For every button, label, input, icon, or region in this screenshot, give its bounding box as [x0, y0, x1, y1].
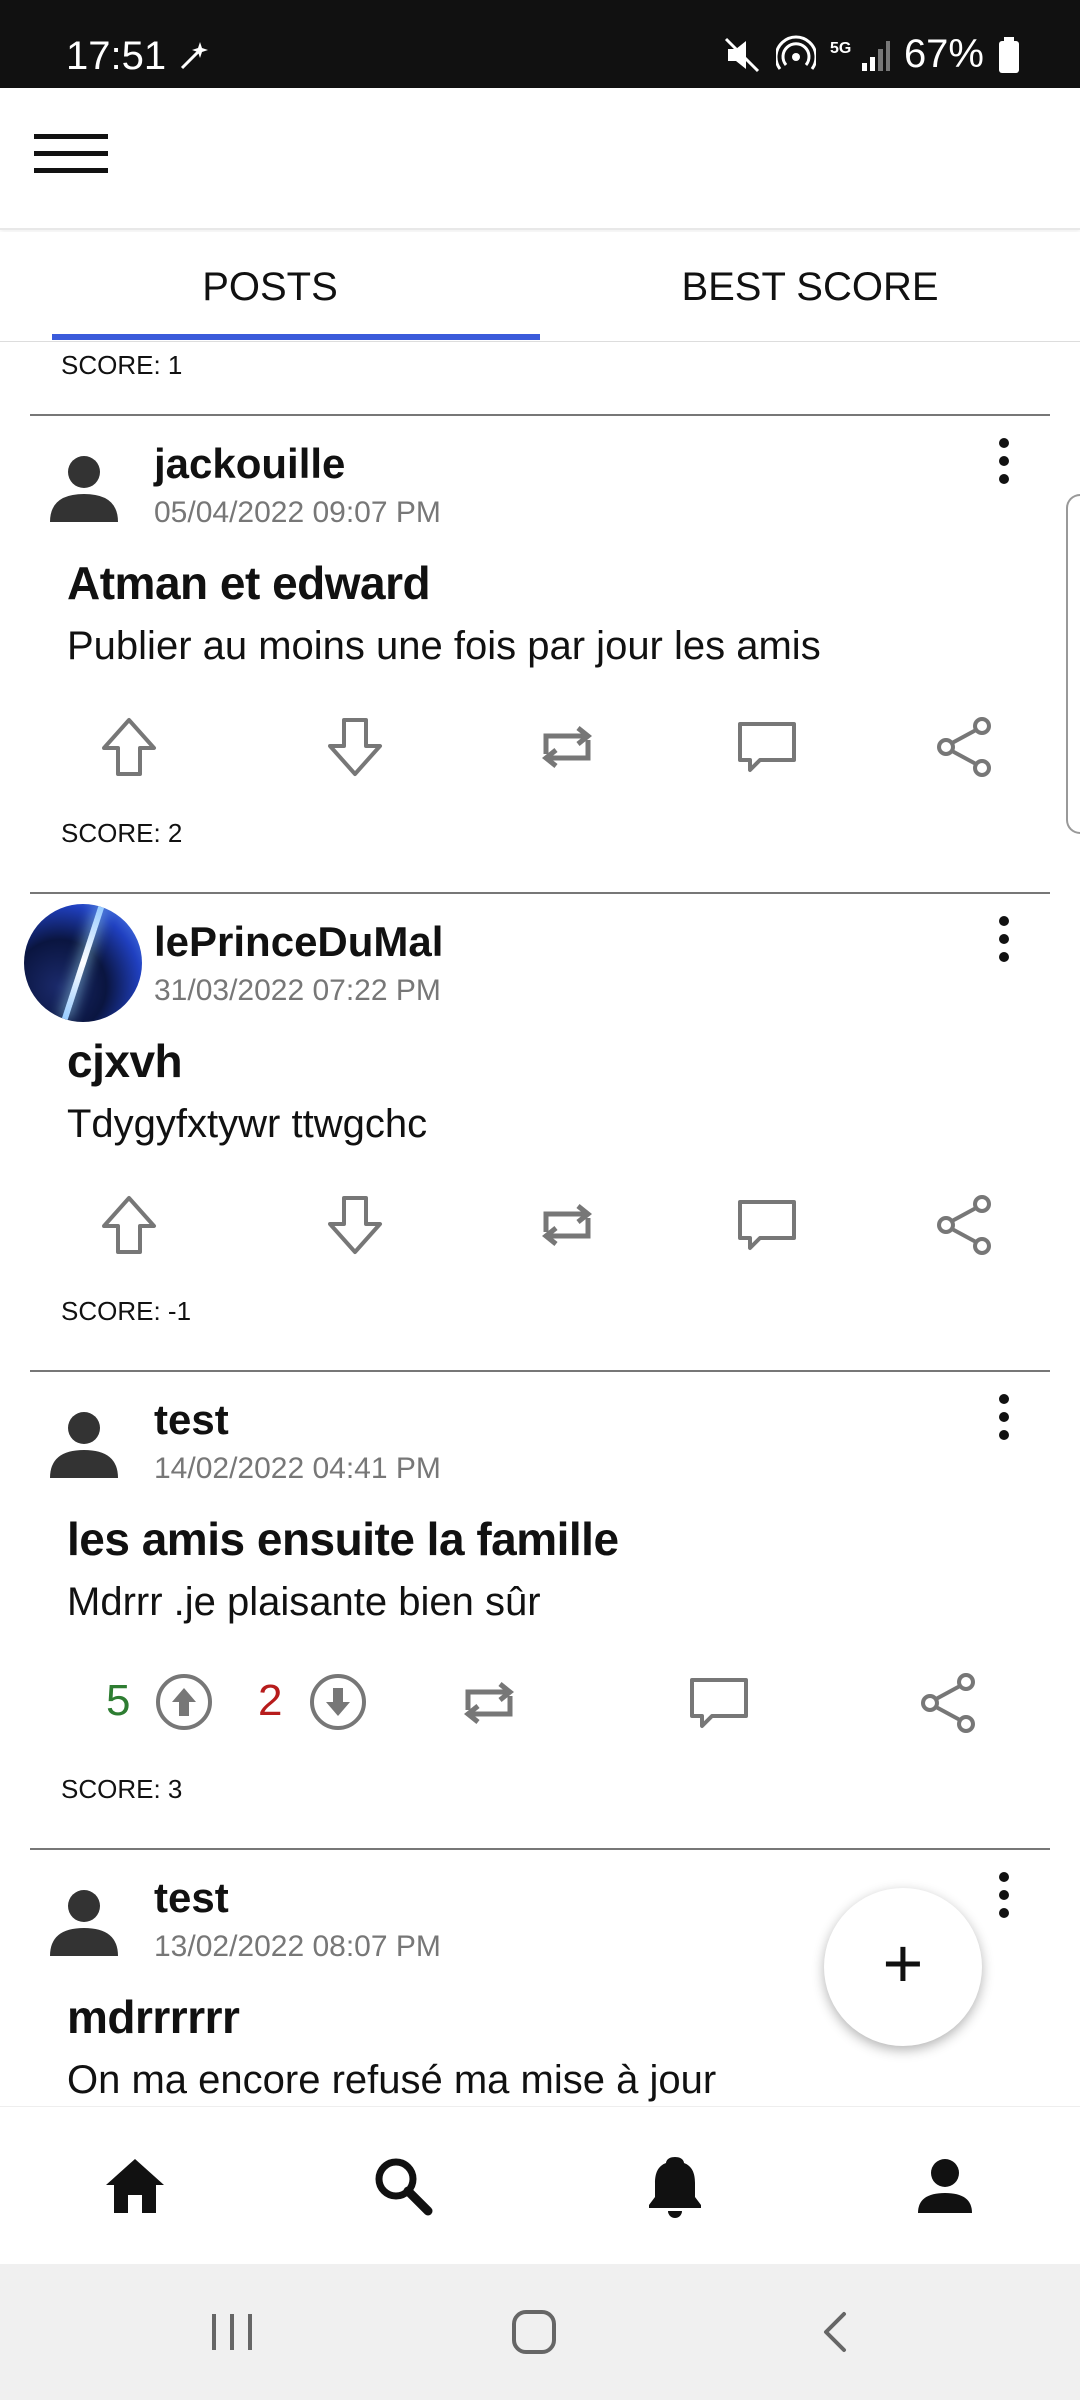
comment-icon[interactable]	[684, 1668, 754, 1738]
repost-icon[interactable]	[532, 712, 602, 782]
battery-percent: 67%	[903, 32, 984, 76]
post-username[interactable]: jackouille	[154, 440, 345, 488]
status-icons: 5G 67%	[722, 32, 1020, 77]
post-score: SCORE: 3	[61, 1774, 183, 1804]
more-options-icon[interactable]	[996, 438, 1012, 488]
post-card: lePrinceDuMal 31/03/2022 07:22 PM cjxvh …	[0, 894, 1080, 1370]
bell-icon[interactable]	[640, 2151, 710, 2221]
post-card: test 14/02/2022 04:41 PM les amis ensuit…	[0, 1372, 1080, 1848]
comment-icon[interactable]	[732, 712, 802, 782]
post-date: 31/03/2022 07:22 PM	[154, 974, 441, 1007]
search-icon[interactable]	[368, 2151, 438, 2221]
post-card: jackouille 05/04/2022 09:07 PM Atman et …	[0, 416, 1080, 892]
more-options-icon[interactable]	[996, 1394, 1012, 1444]
post-body: Publier au moins une fois par jour les a…	[67, 624, 821, 668]
magic-wand-icon	[176, 38, 210, 80]
hamburger-icon[interactable]	[34, 134, 108, 174]
arrow-down-icon[interactable]	[320, 1190, 390, 1260]
avatar-placeholder-icon[interactable]	[48, 1884, 120, 1956]
tab-bar: POSTS BEST SCORE	[0, 232, 1080, 342]
post-actions	[0, 712, 1080, 782]
share-icon[interactable]	[930, 1190, 1000, 1260]
post-body: Tdygyfxtywr ttwgchc	[67, 1102, 428, 1146]
post-title: mdrrrrrr	[67, 1991, 240, 2043]
avatar-placeholder-icon[interactable]	[48, 450, 120, 522]
battery-icon	[999, 36, 1019, 73]
arrow-up-icon[interactable]	[94, 1190, 164, 1260]
arrow-down-icon[interactable]	[320, 712, 390, 782]
tab-best-score[interactable]: BEST SCORE	[540, 232, 1080, 342]
more-options-icon[interactable]	[996, 1872, 1012, 1922]
post-username[interactable]: test	[154, 1396, 229, 1444]
bottom-navigation	[0, 2106, 1080, 2264]
recent-apps-icon[interactable]	[202, 2302, 262, 2362]
post-body: On ma encore refusé ma mise à jour	[67, 2058, 717, 2102]
post-date: 14/02/2022 04:41 PM	[154, 1452, 441, 1485]
post-date: 13/02/2022 08:07 PM	[154, 1930, 441, 1963]
post-score: SCORE: 2	[61, 818, 183, 848]
post-actions: 5 2	[0, 1668, 1080, 1738]
post-username[interactable]: test	[154, 1874, 229, 1922]
downvote-count: 2	[258, 1676, 283, 1725]
post-date: 05/04/2022 09:07 PM	[154, 496, 441, 529]
home-icon[interactable]	[100, 2151, 170, 2221]
status-time: 17:51	[66, 34, 167, 78]
repost-icon[interactable]	[532, 1190, 602, 1260]
posts-feed[interactable]: SCORE: 1 jackouille 05/04/2022 09:07 PM …	[0, 342, 1080, 2106]
system-navigation-bar	[0, 2264, 1080, 2400]
person-icon[interactable]	[910, 2151, 980, 2221]
tab-posts[interactable]: POSTS	[0, 232, 540, 342]
arrow-up-icon[interactable]	[94, 712, 164, 782]
add-post-button[interactable]: +	[824, 1888, 982, 2046]
upvote-count: 5	[106, 1676, 131, 1725]
post-username[interactable]: lePrinceDuMal	[154, 918, 443, 966]
home-button-icon[interactable]	[504, 2302, 564, 2362]
tab-indicator	[52, 334, 540, 340]
post-body: Mdrrr .je plaisante bien sûr	[67, 1580, 541, 1624]
mute-icon	[724, 37, 759, 72]
signal-5g-icon: 5G	[830, 40, 890, 71]
share-icon[interactable]	[914, 1668, 984, 1738]
more-options-icon[interactable]	[996, 916, 1012, 966]
post-title: cjxvh	[67, 1035, 183, 1087]
arrow-up-circle-icon[interactable]	[152, 1670, 216, 1734]
app-bar	[0, 88, 1080, 230]
svg-text:5G: 5G	[830, 40, 851, 57]
avatar-placeholder-icon[interactable]	[48, 1406, 120, 1478]
post-score: SCORE: -1	[61, 1296, 192, 1326]
comment-icon[interactable]	[732, 1190, 802, 1260]
post-title: les amis ensuite la famille	[67, 1513, 619, 1565]
share-icon[interactable]	[930, 712, 1000, 782]
hotspot-icon	[775, 35, 816, 70]
post-score: SCORE: 1	[61, 350, 183, 380]
back-icon[interactable]	[806, 2302, 866, 2362]
post-title: Atman et edward	[67, 557, 431, 609]
status-bar: 17:51 5G 67%	[0, 0, 1080, 88]
scroll-handle[interactable]	[1066, 494, 1080, 834]
post-actions	[0, 1190, 1080, 1260]
repost-icon[interactable]	[454, 1668, 524, 1738]
avatar[interactable]	[24, 904, 142, 1022]
arrow-down-circle-icon[interactable]	[306, 1670, 370, 1734]
